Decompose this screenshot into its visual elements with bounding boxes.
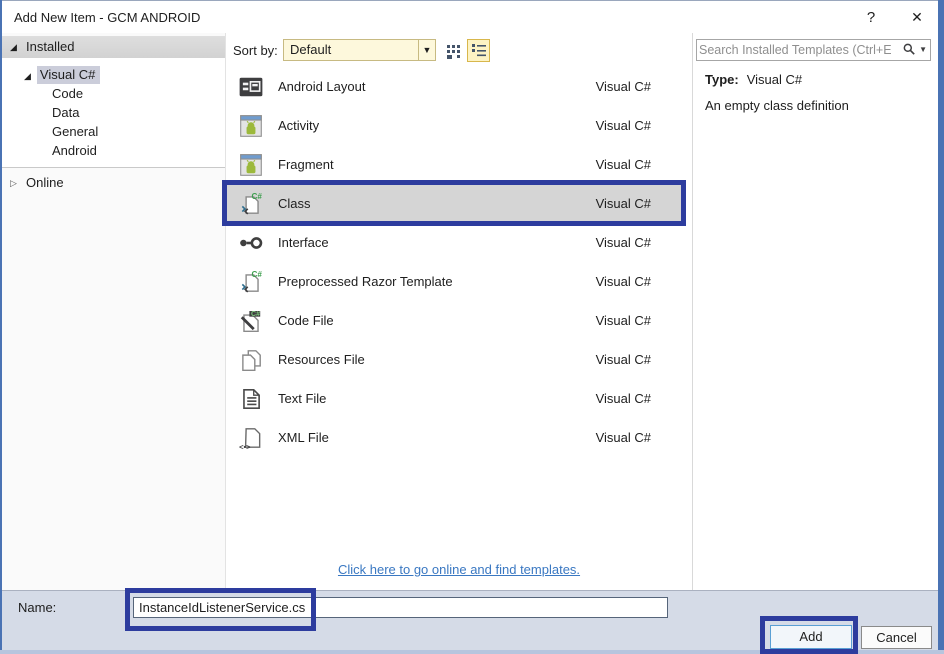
visual-csharp-label: Visual C#	[37, 66, 100, 84]
search-icon	[902, 42, 917, 57]
template-language: Visual C#	[596, 79, 651, 94]
sidebar-item-visual-csharp[interactable]: ◢ Visual C#	[24, 65, 100, 84]
online-label: Online	[26, 173, 64, 193]
android-layout-icon	[238, 74, 264, 100]
template-name: Text File	[278, 391, 326, 406]
online-link-row: Click here to go online and find templat…	[226, 562, 692, 577]
code-label: Code	[52, 86, 83, 101]
type-label: Type:	[705, 72, 739, 87]
cancel-button[interactable]: Cancel	[861, 626, 932, 649]
tree-expanded-icon: ◢	[10, 36, 17, 58]
small-icons-view-button[interactable]	[444, 41, 464, 61]
template-description: An empty class definition	[705, 98, 849, 113]
sort-by-dropdown[interactable]: Default ▼	[283, 39, 436, 61]
template-row-xml-file[interactable]: <•> XML File Visual C#	[226, 418, 686, 457]
details-divider	[692, 33, 693, 590]
resources-file-icon	[238, 347, 264, 373]
template-name: Fragment	[278, 157, 334, 172]
sort-by-value: Default	[290, 40, 331, 60]
search-box: ▼	[696, 39, 931, 61]
interface-icon	[238, 230, 264, 256]
template-row-activity[interactable]: Activity Visual C#	[226, 106, 686, 145]
window-border-top	[0, 0, 944, 1]
title-bar: Add New Item - GCM ANDROID ? ✕	[2, 1, 938, 33]
template-row-code-file[interactable]: C# Code File Visual C#	[226, 301, 686, 340]
list-view-icon	[471, 42, 487, 58]
template-row-fragment[interactable]: Fragment Visual C#	[226, 145, 686, 184]
csharp-code-file-icon: C#	[238, 308, 264, 334]
svg-text:C#: C#	[252, 192, 263, 201]
small-icons-view-icon	[446, 44, 462, 60]
svg-text:C#: C#	[252, 270, 263, 279]
dialog-title: Add New Item - GCM ANDROID	[14, 10, 200, 25]
type-value: Visual C#	[747, 72, 802, 87]
sidebar-item-installed[interactable]: ◢ Installed	[2, 36, 225, 58]
template-row-preprocessed-razor-template[interactable]: C# Preprocessed Razor Template Visual C#	[226, 262, 686, 301]
android-label: Android	[52, 143, 97, 158]
template-list: Android Layout Visual C# Activity Visual C#…	[226, 67, 686, 457]
template-name: Activity	[278, 118, 319, 133]
list-view-button[interactable]	[467, 39, 490, 62]
template-row-class[interactable]: C# Class Visual C#	[226, 184, 686, 223]
template-language: Visual C#	[596, 157, 651, 172]
installed-tree: ◢ Visual C# Code Data General Android	[2, 58, 225, 168]
template-row-text-file[interactable]: Text File Visual C#	[226, 379, 686, 418]
template-name: Code File	[278, 313, 334, 328]
footer-bar: Name: Add Cancel	[0, 590, 944, 654]
template-language: Visual C#	[596, 352, 651, 367]
csharp-class-icon: C#	[238, 191, 264, 217]
search-dropdown-icon: ▼	[919, 45, 927, 54]
template-row-interface[interactable]: Interface Visual C#	[226, 223, 686, 262]
template-language: Visual C#	[596, 235, 651, 250]
help-button[interactable]: ?	[854, 5, 888, 30]
svg-text:C#: C#	[251, 310, 260, 317]
window-border-right	[938, 0, 944, 654]
template-name: Resources File	[278, 352, 365, 367]
chevron-down-icon[interactable]: ▼	[418, 40, 435, 60]
go-online-link[interactable]: Click here to go online and find templat…	[338, 562, 580, 577]
tree-expanded-icon: ◢	[24, 71, 31, 81]
file-name-input[interactable]	[133, 597, 668, 618]
template-language: Visual C#	[596, 118, 651, 133]
window-border-bottom	[0, 650, 944, 654]
window-border-left	[0, 0, 2, 654]
template-language: Visual C#	[596, 274, 651, 289]
android-app-icon	[238, 113, 264, 139]
template-row-resources-file[interactable]: Resources File Visual C#	[226, 340, 686, 379]
template-row-android-layout[interactable]: Android Layout Visual C#	[226, 67, 686, 106]
search-input[interactable]	[699, 41, 891, 59]
template-language: Visual C#	[596, 313, 651, 328]
add-button[interactable]: Add	[770, 625, 852, 649]
template-name: Preprocessed Razor Template	[278, 274, 453, 289]
general-label: General	[52, 124, 98, 139]
tree-collapsed-icon: ▷	[10, 173, 17, 193]
template-name: XML File	[278, 430, 329, 445]
template-name: Interface	[278, 235, 329, 250]
category-sidebar: ◢ Installed ◢ Visual C# Code Data General…	[2, 33, 225, 590]
template-language: Visual C#	[596, 196, 651, 211]
search-controls[interactable]: ▼	[902, 42, 927, 57]
data-label: Data	[52, 105, 79, 120]
xml-file-icon: <•>	[238, 425, 264, 451]
sort-by-label: Sort by:	[233, 43, 278, 58]
name-label: Name:	[18, 600, 56, 615]
android-app-icon	[238, 152, 264, 178]
close-button[interactable]: ✕	[900, 5, 934, 30]
installed-label: Installed	[26, 36, 74, 58]
sidebar-item-general[interactable]: General	[52, 122, 98, 141]
text-file-icon	[238, 386, 264, 412]
sidebar-item-data[interactable]: Data	[52, 103, 79, 122]
csharp-class-icon: C#	[238, 269, 264, 295]
template-language: Visual C#	[596, 391, 651, 406]
svg-text:<•>: <•>	[239, 442, 251, 451]
template-language: Visual C#	[596, 430, 651, 445]
template-name: Android Layout	[278, 79, 365, 94]
sidebar-item-android[interactable]: Android	[52, 141, 97, 160]
add-new-item-dialog: Add New Item - GCM ANDROID ? ✕ ◢ Install…	[0, 0, 944, 654]
template-type-row: Type: Visual C#	[705, 72, 802, 87]
template-name: Class	[278, 196, 311, 211]
sidebar-item-code[interactable]: Code	[52, 84, 83, 103]
